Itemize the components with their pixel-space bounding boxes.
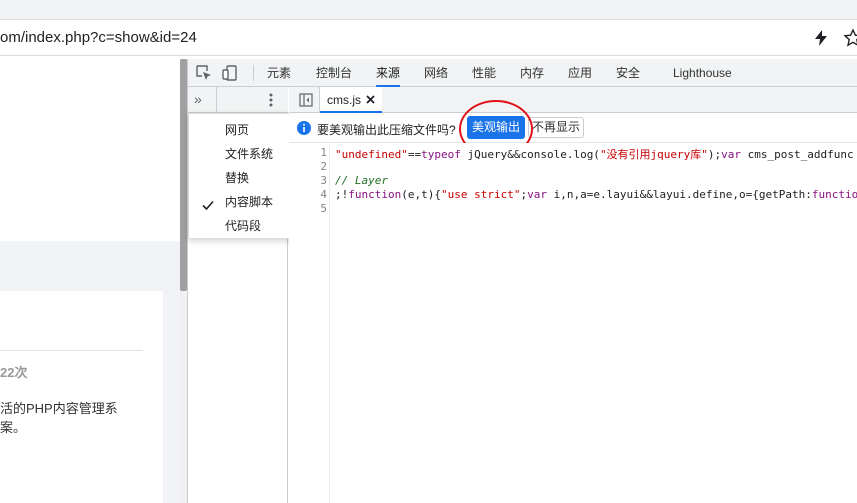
code-token: (e,t){ xyxy=(401,188,441,201)
line-number-gutter: 1 2 3 4 5 xyxy=(289,143,330,503)
web-page-content: 22次 活的PHP内容管理系 案。 xyxy=(0,57,180,503)
infobar-message: 要美观输出此压缩文件吗? xyxy=(317,123,456,137)
inspect-element-icon[interactable] xyxy=(195,64,213,82)
address-bar[interactable]: om/index.php?c=show&id=24 xyxy=(0,20,857,56)
tab-sources[interactable]: 来源 xyxy=(376,59,401,87)
tab-performance[interactable]: 性能 xyxy=(472,59,496,87)
menu-item-content-scripts[interactable]: 内容脚本 xyxy=(225,190,273,214)
more-tabs-icon[interactable]: » xyxy=(194,91,202,107)
code-token: cms_post_addfunc xyxy=(741,148,854,161)
more-options-icon[interactable] xyxy=(268,91,274,109)
toggle-navigator-icon[interactable] xyxy=(299,93,313,107)
tab-security[interactable]: 安全 xyxy=(616,59,640,87)
line-number: 5 xyxy=(320,202,327,215)
line-number: 2 xyxy=(320,160,327,173)
page-description-line: 活的PHP内容管理系 xyxy=(0,401,118,416)
lightning-icon[interactable] xyxy=(812,29,830,47)
info-icon xyxy=(297,121,311,135)
file-tab-cms-js[interactable]: cms.js xyxy=(320,87,382,113)
close-icon[interactable] xyxy=(366,95,375,104)
file-tab-label: cms.js xyxy=(327,93,361,107)
page-gray-edge xyxy=(163,291,180,503)
browser-top-strip xyxy=(0,0,857,20)
view-count: 22次 xyxy=(0,365,28,380)
page-description: 活的PHP内容管理系 案。 xyxy=(0,399,118,437)
code-token: ); xyxy=(707,148,722,161)
code-token: var xyxy=(721,148,742,161)
navigator-header-divider xyxy=(216,87,217,113)
line-number: 1 xyxy=(320,146,327,159)
tab-network[interactable]: 网络 xyxy=(424,59,448,87)
code-line-4: ;!function(e,t){"use strict";var i,n,a=e… xyxy=(335,188,857,201)
code-token: jQuery&&console.log( xyxy=(460,148,600,161)
dont-show-again-button[interactable]: 不再显示 xyxy=(528,117,584,138)
menu-item-snippets[interactable]: 代码段 xyxy=(225,214,261,238)
code-token: typeof xyxy=(421,148,461,161)
toolbar-divider xyxy=(253,65,254,81)
code-line-3: // Layer xyxy=(335,174,388,187)
code-editor[interactable]: 1 2 3 4 5 "undefined"==typeof jQuery&&co… xyxy=(289,143,857,503)
page-description-line: 案。 xyxy=(0,420,27,435)
code-token: function xyxy=(811,188,857,201)
editor-tab-bar: cms.js xyxy=(289,87,857,113)
menu-item-overrides[interactable]: 替换 xyxy=(225,166,249,190)
devtools-tab-bar: 元素 控制台 来源 网络 性能 内存 应用 安全 Lighthouse xyxy=(188,59,857,87)
tab-lighthouse[interactable]: Lighthouse xyxy=(673,59,732,87)
code-line-1: "undefined"==typeof jQuery&&console.log(… xyxy=(335,146,854,162)
code-token: "undefined" xyxy=(335,148,408,161)
line-number: 4 xyxy=(320,188,327,201)
tab-elements[interactable]: 元素 xyxy=(267,59,291,87)
line-number: 3 xyxy=(320,174,327,187)
navigator-header: » xyxy=(188,87,288,113)
code-token: ;! xyxy=(335,188,349,201)
page-scrollbar-thumb[interactable] xyxy=(180,59,187,291)
tab-application[interactable]: 应用 xyxy=(568,59,592,87)
tab-console[interactable]: 控制台 xyxy=(316,59,352,87)
navigator-dropdown-menu: 网页 文件系统 替换 内容脚本 代码段 xyxy=(188,113,297,239)
checkmark-icon xyxy=(202,200,214,211)
code-token: "use strict" xyxy=(440,188,521,201)
pretty-print-infobar: 要美观输出此压缩文件吗? 美观输出 不再显示 xyxy=(289,100,857,158)
code-token: var xyxy=(527,188,547,201)
tab-memory[interactable]: 内存 xyxy=(520,59,544,87)
code-token: == xyxy=(407,148,422,161)
device-toolbar-icon[interactable] xyxy=(221,64,239,82)
code-token: "没有引用jquery库" xyxy=(599,148,708,161)
page-scrollbar[interactable] xyxy=(180,59,187,503)
url-text[interactable]: om/index.php?c=show&id=24 xyxy=(0,29,197,46)
menu-item-filesystem[interactable]: 文件系统 xyxy=(225,142,273,166)
page-divider xyxy=(0,350,143,351)
page-card xyxy=(0,291,163,503)
code-token: function xyxy=(348,188,402,201)
page-gray-band xyxy=(0,241,180,291)
code-token: i,n,a=e.layui&&layui.define,o={getPath: xyxy=(546,188,812,201)
menu-item-page[interactable]: 网页 xyxy=(225,118,249,142)
star-icon[interactable] xyxy=(843,28,857,48)
navigator-pane: » 网页 文件系统 替换 内容脚本 代码段 xyxy=(188,87,297,503)
devtools-panel: 元素 控制台 来源 网络 性能 内存 应用 安全 Lighthouse » 网页… xyxy=(187,59,857,503)
